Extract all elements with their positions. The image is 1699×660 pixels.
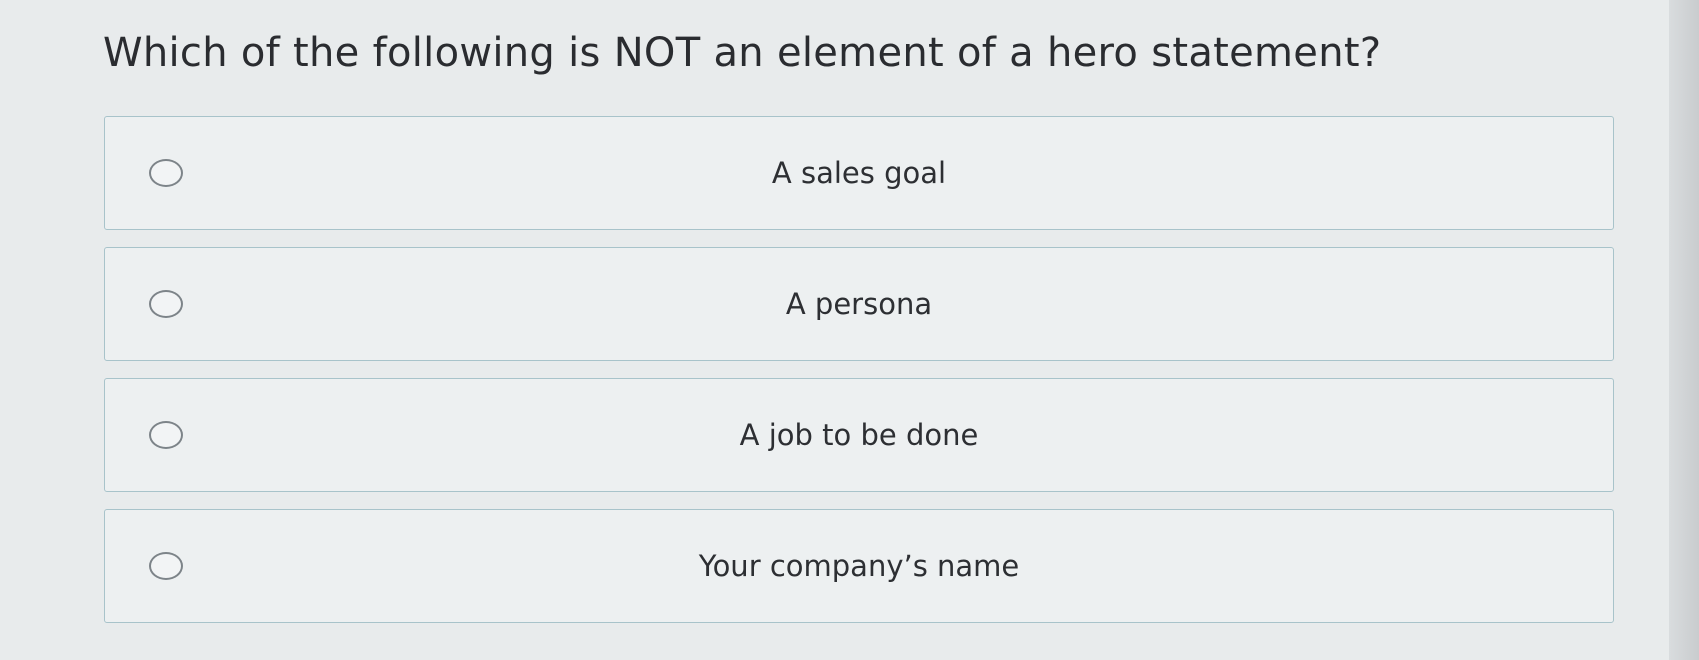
question-title: Which of the following is NOT an element… [103, 30, 1382, 76]
answer-options-list: A sales goal A persona A job to be done … [104, 116, 1614, 640]
answer-option-label: A persona [785, 287, 933, 321]
answer-option-label: Your company’s name [698, 549, 1020, 583]
answer-option-a-sales-goal[interactable]: A sales goal [104, 116, 1614, 230]
answer-option-a-persona[interactable]: A persona [104, 247, 1614, 361]
answer-option-label: A sales goal [771, 156, 947, 190]
answer-option-company-name[interactable]: Your company’s name [104, 509, 1614, 623]
answer-option-job-to-be-done[interactable]: A job to be done [104, 378, 1614, 492]
screen-edge-shadow [1669, 0, 1699, 660]
answer-option-label: A job to be done [739, 418, 979, 452]
